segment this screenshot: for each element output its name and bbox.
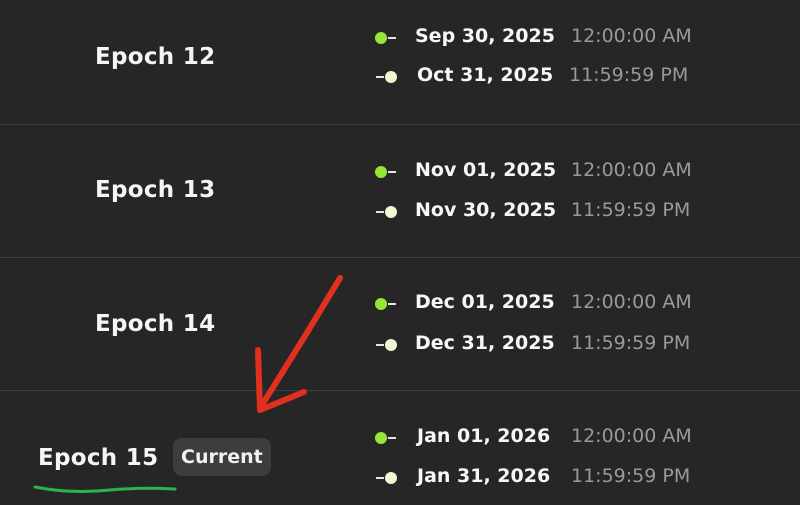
current-badge: Current (173, 438, 271, 476)
end-time: 11:59:59 PM (571, 332, 691, 354)
start-dot-icon (372, 430, 398, 446)
end-dot-icon (372, 337, 398, 353)
start-dot-icon (372, 30, 398, 46)
start-time: 12:00:00 AM (571, 425, 692, 447)
epoch-title: Epoch 13 (95, 177, 216, 203)
start-date: Sep 30, 2025 (415, 25, 555, 47)
epoch-title: Epoch 14 (95, 311, 216, 337)
end-time: 11:59:59 PM (571, 199, 691, 221)
end-date: Nov 30, 2025 (415, 199, 557, 221)
end-date: Oct 31, 2025 (417, 64, 554, 86)
start-dot-icon (372, 296, 398, 312)
start-date: Jan 01, 2026 (417, 425, 551, 447)
epoch-row: Epoch 14 Dec 01, 2025 12:00:00 AM Dec 31… (0, 258, 800, 391)
end-dot-icon (372, 69, 398, 85)
end-date: Dec 31, 2025 (415, 332, 555, 354)
start-time: 12:00:00 AM (571, 25, 692, 47)
epoch-title: Epoch 12 (95, 44, 216, 70)
epoch-title: Epoch 15 (38, 445, 159, 471)
end-time: 11:59:59 PM (569, 64, 689, 86)
epoch-row: Epoch 12 Sep 30, 2025 12:00:00 AM Oct 31… (0, 0, 800, 125)
epoch-list: Epoch 12 Sep 30, 2025 12:00:00 AM Oct 31… (0, 0, 800, 505)
end-date: Jan 31, 2026 (417, 465, 551, 487)
end-time: 11:59:59 PM (571, 465, 691, 487)
epoch-row-current: Epoch 15 Current Jan 01, 2026 12:00:00 A… (0, 391, 800, 505)
epoch-row: Epoch 13 Nov 01, 2025 12:00:00 AM Nov 30… (0, 125, 800, 258)
start-date: Dec 01, 2025 (415, 291, 555, 313)
end-dot-icon (372, 204, 398, 220)
start-date: Nov 01, 2025 (415, 159, 557, 181)
start-time: 12:00:00 AM (571, 291, 692, 313)
end-dot-icon (372, 470, 398, 486)
start-time: 12:00:00 AM (571, 159, 692, 181)
start-dot-icon (372, 164, 398, 180)
